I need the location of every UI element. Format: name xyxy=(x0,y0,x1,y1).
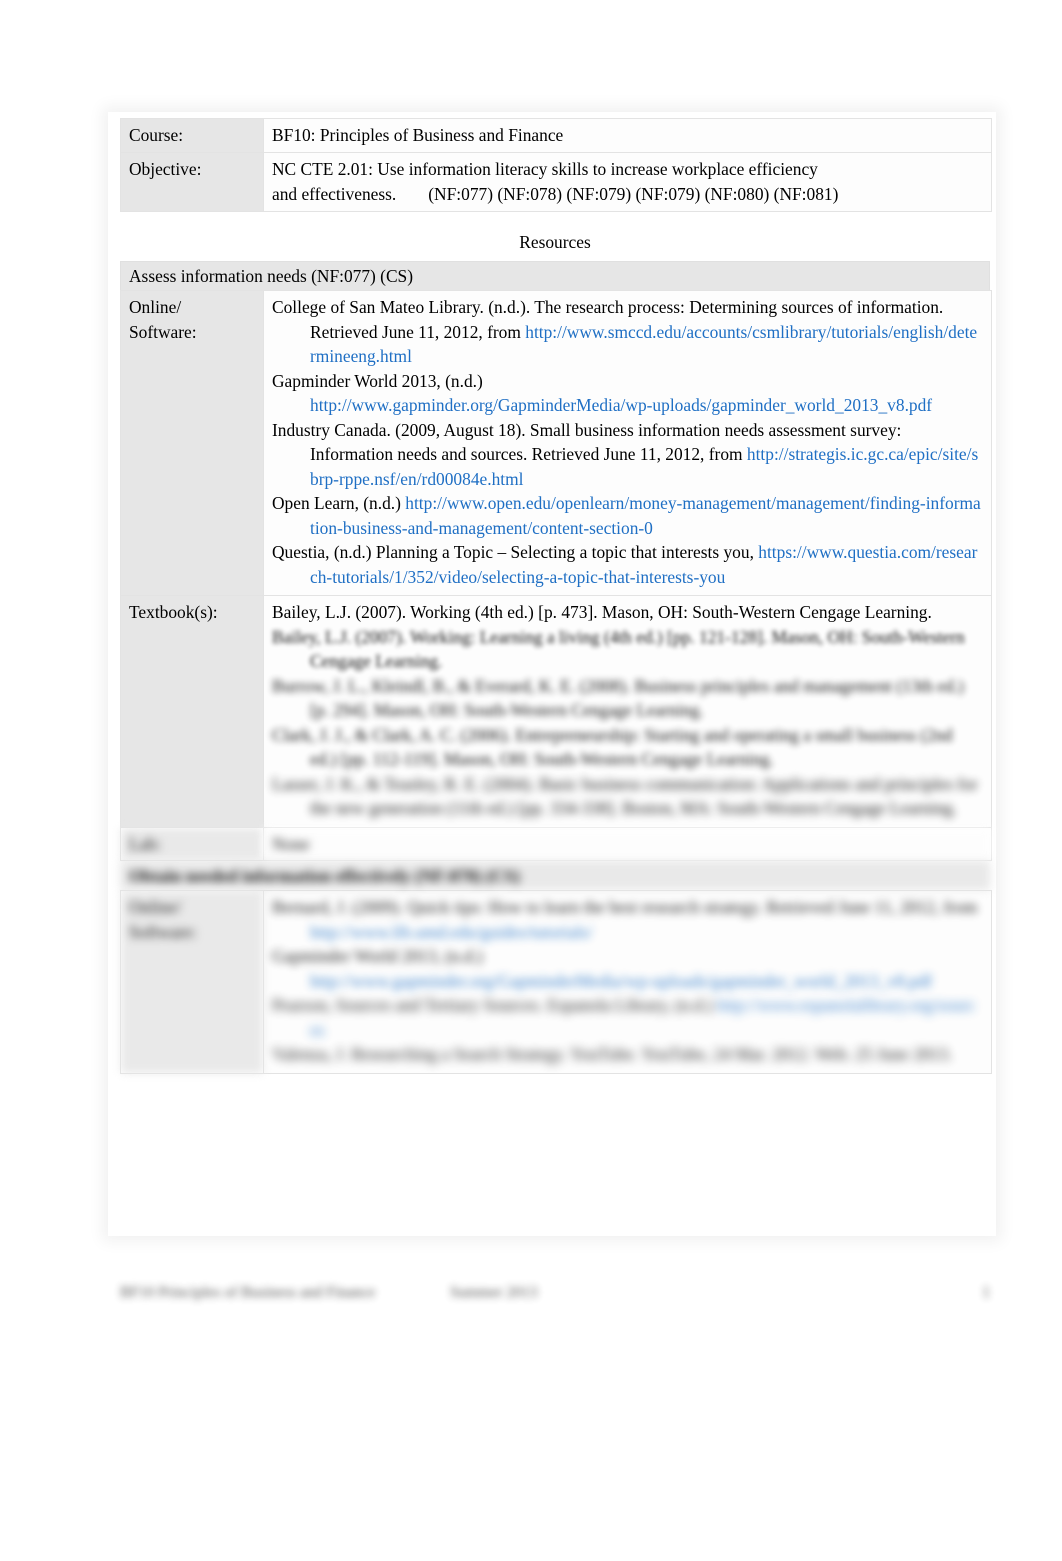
citation-questia: Questia, (n.d.) Planning a Topic – Selec… xyxy=(272,540,981,589)
citation-link[interactable]: http://www.gapminder.org/GapminderMedia/… xyxy=(310,395,932,415)
section-band-obtain-needed-information: Obtain needed information effectively (N… xyxy=(120,861,990,890)
citation-text: Questia, (n.d.) Planning a Topic – Selec… xyxy=(272,542,759,562)
citation-text: Bernard, J. (2009). Quick tips: How to l… xyxy=(272,897,978,917)
textbook-content-cell: Bailey, L.J. (2007). Working (4th ed.) [… xyxy=(263,595,992,828)
citation-text: Pearson, Sources and Tertiary Sources. E… xyxy=(272,995,718,1015)
citation-gapminder: Gapminder World 2013, (n.d.) http://www.… xyxy=(272,369,981,418)
page-footer: BF10 Principles of Business and Finance … xyxy=(120,1282,990,1304)
online-software-label-cell: Online/ Software: xyxy=(120,290,264,596)
lab-label-cell: Lab: xyxy=(120,826,264,861)
objective-line-1: NC CTE 2.01: Use information literacy sk… xyxy=(272,159,818,179)
citation-redacted-bernard: Bernard, J. (2009). Quick tips: How to l… xyxy=(272,895,981,944)
objective-label-cell: Objective: xyxy=(120,152,264,212)
textbook-label-cell: Textbook(s): xyxy=(120,595,264,828)
citation-text: Valenza, J. Researching a Search Strateg… xyxy=(272,1044,953,1064)
section-band-assess-information-needs: Assess information needs (NF:077) (CS) xyxy=(120,261,990,290)
objective-codes: (NF:077) (NF:078) (NF:079) (NF:079) (NF:… xyxy=(428,184,839,204)
course-label: Course: xyxy=(129,125,184,145)
citation-industry-canada: Industry Canada. (2009, August 18). Smal… xyxy=(272,418,981,492)
citation-redacted-3: Clark, J. J., & Clark, A. C. (2006). Ent… xyxy=(272,724,953,770)
table-row-online-software-2: Online/ Software: Bernard, J. (2009). Qu… xyxy=(120,890,992,1074)
online-label-line-2: Software: xyxy=(129,322,197,342)
footer-page-number: 1 xyxy=(982,1284,990,1301)
objective-label: Objective: xyxy=(129,159,202,179)
online-software-content-cell-2: Bernard, J. (2009). Quick tips: How to l… xyxy=(263,890,992,1074)
citation-bailey-working: Bailey, L.J. (2007). Working (4th ed.) [… xyxy=(272,602,932,622)
section-2-table: Online/ Software: Bernard, J. (2009). Qu… xyxy=(120,890,992,1074)
citation-link[interactable]: http://www.gapminder.org/GapminderMedia/… xyxy=(310,971,932,991)
online-software-content-cell: College of San Mateo Library. (n.d.). Th… xyxy=(263,290,992,596)
citation-redacted-gapminder-2: Gapminder World 2013, (n.d.) http://www.… xyxy=(272,944,981,993)
online-citation-list-2: Bernard, J. (2009). Quick tips: How to l… xyxy=(264,891,991,1073)
citation-text: Gapminder World 2013, (n.d.) xyxy=(272,946,483,966)
table-row-textbooks: Textbook(s): Bailey, L.J. (2007). Workin… xyxy=(120,595,992,828)
citation-redacted-4: Lasser, J. K., & Teasley, R. E. (2004). … xyxy=(272,773,978,819)
course-value: BF10: Principles of Business and Finance xyxy=(272,125,564,145)
citation-redacted-pearson: Pearson, Sources and Tertiary Sources. E… xyxy=(272,993,981,1042)
lab-label: Lab: xyxy=(129,833,161,854)
lab-value: None xyxy=(272,833,310,854)
objective-line-2-text: and effectiveness. xyxy=(272,184,397,204)
lab-value-cell: None xyxy=(263,826,992,861)
citation-link[interactable]: http://www.lib.umd.edu/guides/tutorials/ xyxy=(310,922,592,942)
footer-left: BF10 Principles of Business and Finance xyxy=(120,1284,376,1301)
document-page: Course: BF10: Principles of Business and… xyxy=(0,0,1062,1561)
citation-redacted-valenza: Valenza, J. Researching a Search Strateg… xyxy=(272,1042,981,1067)
section-1-table: Online/ Software: College of San Mateo L… xyxy=(120,290,992,861)
table-row-objective: Objective: NC CTE 2.01: Use information … xyxy=(120,152,992,212)
online-citation-list: College of San Mateo Library. (n.d.). Th… xyxy=(264,291,991,595)
citation-text: Gapminder World 2013, (n.d.) xyxy=(272,370,483,391)
table-row-lab: Lab: None xyxy=(120,826,992,861)
course-objective-table: Course: BF10: Principles of Business and… xyxy=(120,118,992,212)
footer-middle: Summer 2013 xyxy=(450,1284,538,1301)
citation-link[interactable]: http://www.open.edu/openlearn/money-mana… xyxy=(310,493,981,538)
online-software-label-cell-2: Online/ Software: xyxy=(120,890,264,1074)
resources-heading: Resources xyxy=(519,232,591,252)
document-body: Course: BF10: Principles of Business and… xyxy=(120,118,992,1074)
textbook-citation-list: Bailey, L.J. (2007). Working (4th ed.) [… xyxy=(264,596,991,827)
course-label-cell: Course: xyxy=(120,118,264,153)
online-label-line-2: Software: xyxy=(129,922,197,942)
objective-line-2: and effectiveness. (NF:077) (NF:078) (NF:… xyxy=(272,182,985,207)
resources-table: Assess information needs (NF:077) (CS) O… xyxy=(120,261,992,1074)
course-value-cell: BF10: Principles of Business and Finance xyxy=(263,118,992,153)
objective-value: NC CTE 2.01: Use information literacy sk… xyxy=(264,153,991,211)
online-label-line-1: Online/ xyxy=(129,897,182,917)
objective-value-cell: NC CTE 2.01: Use information literacy sk… xyxy=(263,152,992,212)
online-software-label-2: Online/ Software: xyxy=(121,891,263,949)
online-software-label: Online/ Software: xyxy=(121,291,263,349)
citation-college-of-san-mateo: College of San Mateo Library. (n.d.). Th… xyxy=(272,295,981,369)
citation-text: Open Learn, (n.d.) xyxy=(272,493,406,513)
online-label-line-1: Online/ xyxy=(129,297,182,317)
citation-redacted-2: Burrow, J. L., Kleindl, B., & Everard, K… xyxy=(272,675,964,721)
table-row-online-software: Online/ Software: College of San Mateo L… xyxy=(120,290,992,596)
textbook-label: Textbook(s): xyxy=(129,602,218,622)
table-row-course: Course: BF10: Principles of Business and… xyxy=(120,118,992,153)
citation-redacted-1: Bailey, L.J. (2007). Working: Learning a… xyxy=(272,626,965,672)
citation-open-learn: Open Learn, (n.d.) http://www.open.edu/o… xyxy=(272,491,981,540)
